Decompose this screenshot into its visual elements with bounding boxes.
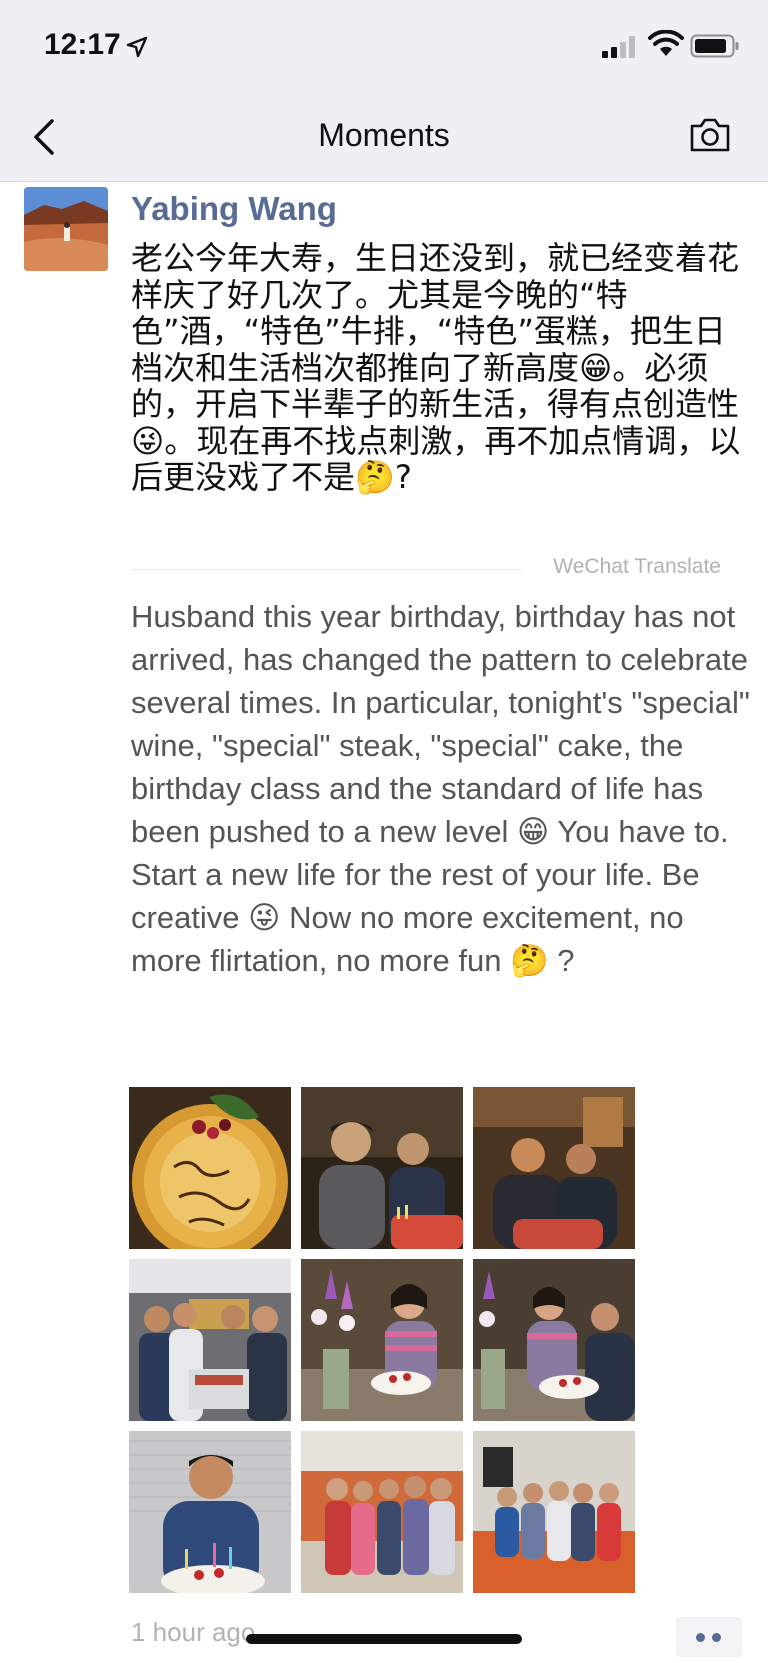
battery-icon <box>690 34 739 58</box>
home-indicator[interactable] <box>246 1634 522 1644</box>
cellular-signal-icon <box>602 36 635 58</box>
photo-two-men-table[interactable] <box>301 1087 463 1249</box>
avatar[interactable] <box>24 187 108 271</box>
location-arrow-icon <box>126 36 148 58</box>
nav-bar: Moments <box>0 95 768 182</box>
comment-more-button[interactable] <box>676 1617 742 1657</box>
photo-birthday-cake[interactable] <box>129 1087 291 1249</box>
status-bar: 12:17 <box>0 0 768 95</box>
photo-two-men-kitchen[interactable] <box>473 1087 635 1249</box>
photo-man-cake[interactable] <box>129 1431 291 1593</box>
photo-couple-cake[interactable] <box>473 1259 635 1421</box>
post-text: 老公今年大寿，生日还没到，就已经变着花样庆了好几次了。尤其是今晚的“特色”酒，“… <box>131 239 741 496</box>
photo-woman-flowers[interactable] <box>301 1259 463 1421</box>
wechat-translate-label: WeChat Translate <box>553 555 721 578</box>
wifi-icon <box>648 30 684 56</box>
photo-family-standing[interactable] <box>301 1431 463 1593</box>
author-name[interactable]: Yabing Wang <box>131 190 337 228</box>
translated-text: Husband this year birthday, birthday has… <box>131 599 750 978</box>
photo-group-restaurant[interactable] <box>129 1259 291 1421</box>
photo-family-sofa[interactable] <box>473 1431 635 1593</box>
divider-line <box>131 569 521 570</box>
more-dot-icon <box>712 1633 721 1642</box>
photo-grid <box>129 1087 637 1595</box>
post-timestamp: 1 hour ago <box>131 1617 256 1647</box>
status-time: 12:17 <box>44 28 121 61</box>
page-title: Moments <box>318 117 450 153</box>
more-dot-icon <box>696 1633 705 1642</box>
camera-icon[interactable] <box>688 115 732 155</box>
translate-divider: WeChat Translate <box>131 555 721 583</box>
